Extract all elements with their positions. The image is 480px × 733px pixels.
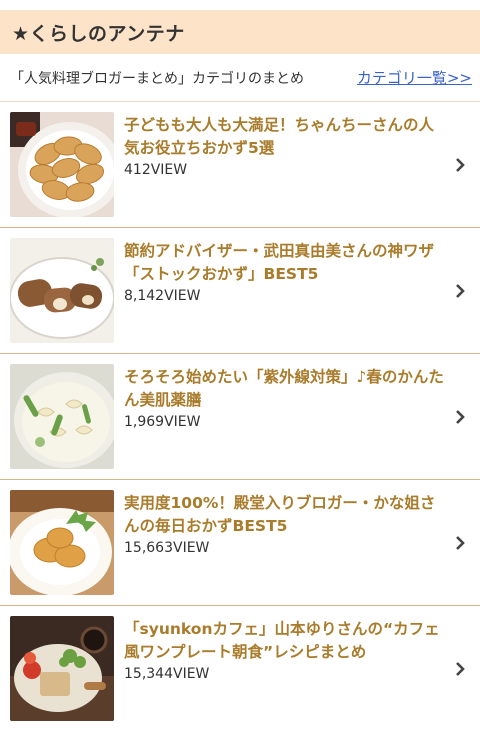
pasta-soup-photo [10,364,114,469]
category-list-link[interactable]: カテゴリ一覧>> [357,67,472,88]
item-content: 子どもも大人も大満足！ちゃんちーさんの人気お役立ちおかず5選 412VIEW [124,114,444,180]
item-title: 子どもも大人も大満足！ちゃんちーさんの人気お役立ちおかず5選 [124,116,435,157]
top-spacer [0,0,480,10]
chevron-right-icon [456,157,465,172]
item-content: 節約アドバイザー・武田真由美さんの神ワザ「ストックおかず」BEST5 8,142… [124,240,444,306]
fried-chicken-photo [10,490,114,595]
list-item[interactable]: 節約アドバイザー・武田真由美さんの神ワザ「ストックおかず」BEST5 8,142… [0,228,480,354]
chevron-right-icon [456,283,465,298]
item-title: 節約アドバイザー・武田真由美さんの神ワザ「ストックおかず」BEST5 [124,242,435,283]
chevron-right-icon [456,662,465,676]
list-item[interactable]: 「syunkonカフェ」山本ゆりさんの“カフェ風ワンプレート朝食”レシピまとめ … [0,606,480,732]
cafe-plate-photo [10,616,114,721]
item-content: 実用度100%！殿堂入りブロガー・かな姐さんの毎日おかずBEST5 15,663… [124,492,444,558]
view-count: 1,969VIEW [124,414,201,430]
item-title: 「syunkonカフェ」山本ゆりさんの“カフェ風ワンプレート朝食”レシピまとめ [124,620,440,661]
view-count: 15,663VIEW [124,540,210,556]
meat-roll-photo [10,238,114,343]
article-list: 子どもも大人も大満足！ちゃんちーさんの人気お役立ちおかず5選 412VIEW 節… [0,102,480,732]
category-bar: 「人気料理ブロガーまとめ」カテゴリのまとめ カテゴリ一覧>> [0,54,480,102]
list-item[interactable]: 実用度100%！殿堂入りブロガー・かな姐さんの毎日おかずBEST5 15,663… [0,480,480,606]
view-count: 412VIEW [124,162,188,178]
list-item[interactable]: そろそろ始めたい「紫外線対策」♪春のかんたん美肌薬膳 1,969VIEW [0,354,480,480]
section-header: ★くらしのアンテナ [0,10,480,54]
item-content: 「syunkonカフェ」山本ゆりさんの“カフェ風ワンプレート朝食”レシピまとめ … [124,618,444,684]
category-description: 「人気料理ブロガーまとめ」カテゴリのまとめ [10,70,304,87]
view-count: 8,142VIEW [124,288,201,304]
chevron-right-icon [456,535,465,550]
list-item[interactable]: 子どもも大人も大満足！ちゃんちーさんの人気お役立ちおかず5選 412VIEW [0,102,480,228]
section-title: ★くらしのアンテナ [12,22,185,45]
item-content: そろそろ始めたい「紫外線対策」♪春のかんたん美肌薬膳 1,969VIEW [124,366,444,432]
chevron-right-icon [456,409,465,424]
item-title: 実用度100%！殿堂入りブロガー・かな姐さんの毎日おかずBEST5 [124,494,436,535]
item-title: そろそろ始めたい「紫外線対策」♪春のかんたん美肌薬膳 [124,368,444,409]
gyoza-photo [10,112,114,217]
view-count: 15,344VIEW [124,666,210,682]
